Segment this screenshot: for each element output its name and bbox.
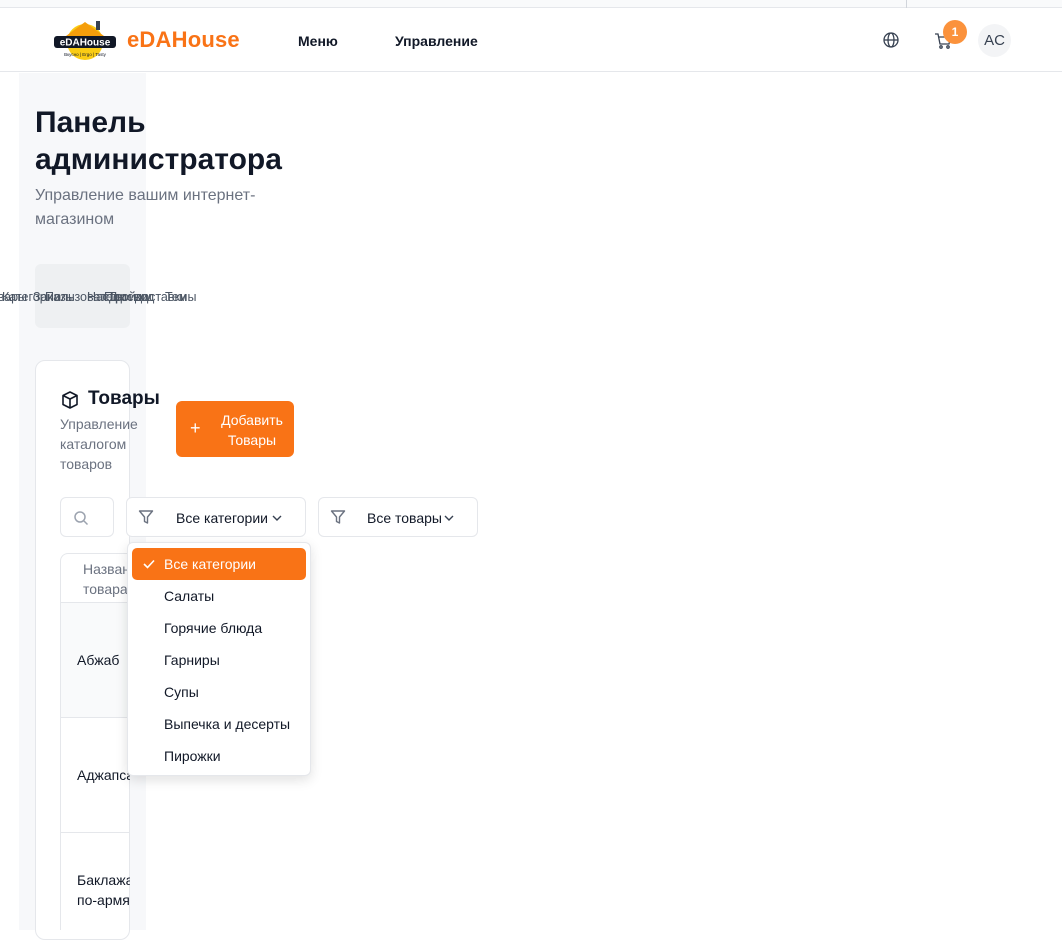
product-name: Баклажаны по-армянски: [77, 872, 130, 908]
filter-icon: [330, 510, 346, 524]
admin-tabs: Товары Категории Заказы Пользователи Нас…: [0, 264, 196, 328]
category-dropdown-menu: Все категории Салаты Горячие блюда Гарни…: [127, 542, 311, 776]
nav-management[interactable]: Управление: [395, 33, 478, 49]
logo-text: eDAHouse: [60, 38, 111, 49]
table-row[interactable]: Баклажаны по-армянски: [61, 833, 130, 930]
product-name: Абжаб: [77, 652, 120, 668]
avatar[interactable]: AC: [978, 24, 1011, 57]
category-option-label: Все категории: [164, 556, 256, 572]
box-icon: [62, 391, 78, 409]
category-option-label: Супы: [164, 684, 199, 700]
table-header-name: Название товара: [61, 554, 130, 603]
search-icon: [74, 511, 89, 526]
category-filter-select[interactable]: Все категории: [126, 497, 306, 537]
table-header-label: Название товара: [83, 561, 130, 597]
table-row[interactable]: Абжаб: [61, 603, 130, 718]
site-header: eDAHouse Вкусно | Ergo | Tasty eDAHouse …: [0, 8, 1062, 72]
add-product-label: Добавить Товары: [221, 412, 283, 448]
status-filter-value: Все товары: [367, 510, 442, 526]
filter-icon: [138, 510, 154, 524]
category-option-soups[interactable]: Супы: [132, 676, 306, 708]
category-option-label: Гарниры: [164, 652, 220, 668]
products-card-description: Управление каталогом товаров: [60, 416, 138, 472]
add-product-button[interactable]: + Добавить Товары: [176, 401, 294, 457]
category-option-label: Выпечка и десерты: [164, 716, 291, 732]
nav-menu[interactable]: Меню: [298, 33, 338, 49]
products-table: Название товара Абжаб Аджапсандали Бакла…: [60, 553, 130, 930]
category-filter-value: Все категории: [176, 510, 268, 526]
products-card-title: Товары: [88, 388, 160, 409]
cart-count-badge: 1: [943, 20, 967, 44]
chevron-down-icon: [444, 515, 454, 521]
page-title: Панель администратора: [35, 106, 282, 176]
category-option-label: Салаты: [164, 588, 215, 604]
plus-icon: +: [190, 418, 201, 438]
browser-strip-divider: [906, 0, 907, 8]
search-input[interactable]: [60, 497, 114, 537]
product-name: Аджапсандали: [77, 767, 130, 783]
category-option-sides[interactable]: Гарниры: [132, 644, 306, 676]
globe-icon[interactable]: [882, 31, 900, 49]
page-subtitle: Управление вашим интернет-магазином: [35, 187, 256, 228]
category-option-pies[interactable]: Пирожки: [132, 740, 306, 772]
table-row[interactable]: Аджапсандали: [61, 718, 130, 833]
logo-tagline: Вкусно | Ergo | Tasty: [64, 52, 106, 57]
tab-themes[interactable]: Темы: [165, 290, 196, 304]
category-option-hot-dishes[interactable]: Горячие блюда: [132, 612, 306, 644]
brand-name[interactable]: eDAHouse: [127, 27, 240, 53]
category-option-salads[interactable]: Салаты: [132, 580, 306, 612]
category-option-all[interactable]: Все категории: [132, 548, 306, 580]
category-option-pastry-desserts[interactable]: Выпечка и десерты: [132, 708, 306, 740]
category-option-label: Пирожки: [164, 748, 221, 764]
check-icon: [143, 559, 155, 569]
logo[interactable]: eDAHouse Вкусно | Ergo | Tasty: [52, 18, 118, 62]
category-option-label: Горячие блюда: [164, 620, 263, 636]
browser-top-strip: [0, 0, 1062, 8]
status-filter-select[interactable]: Все товары: [318, 497, 478, 537]
chevron-down-icon: [272, 515, 282, 521]
